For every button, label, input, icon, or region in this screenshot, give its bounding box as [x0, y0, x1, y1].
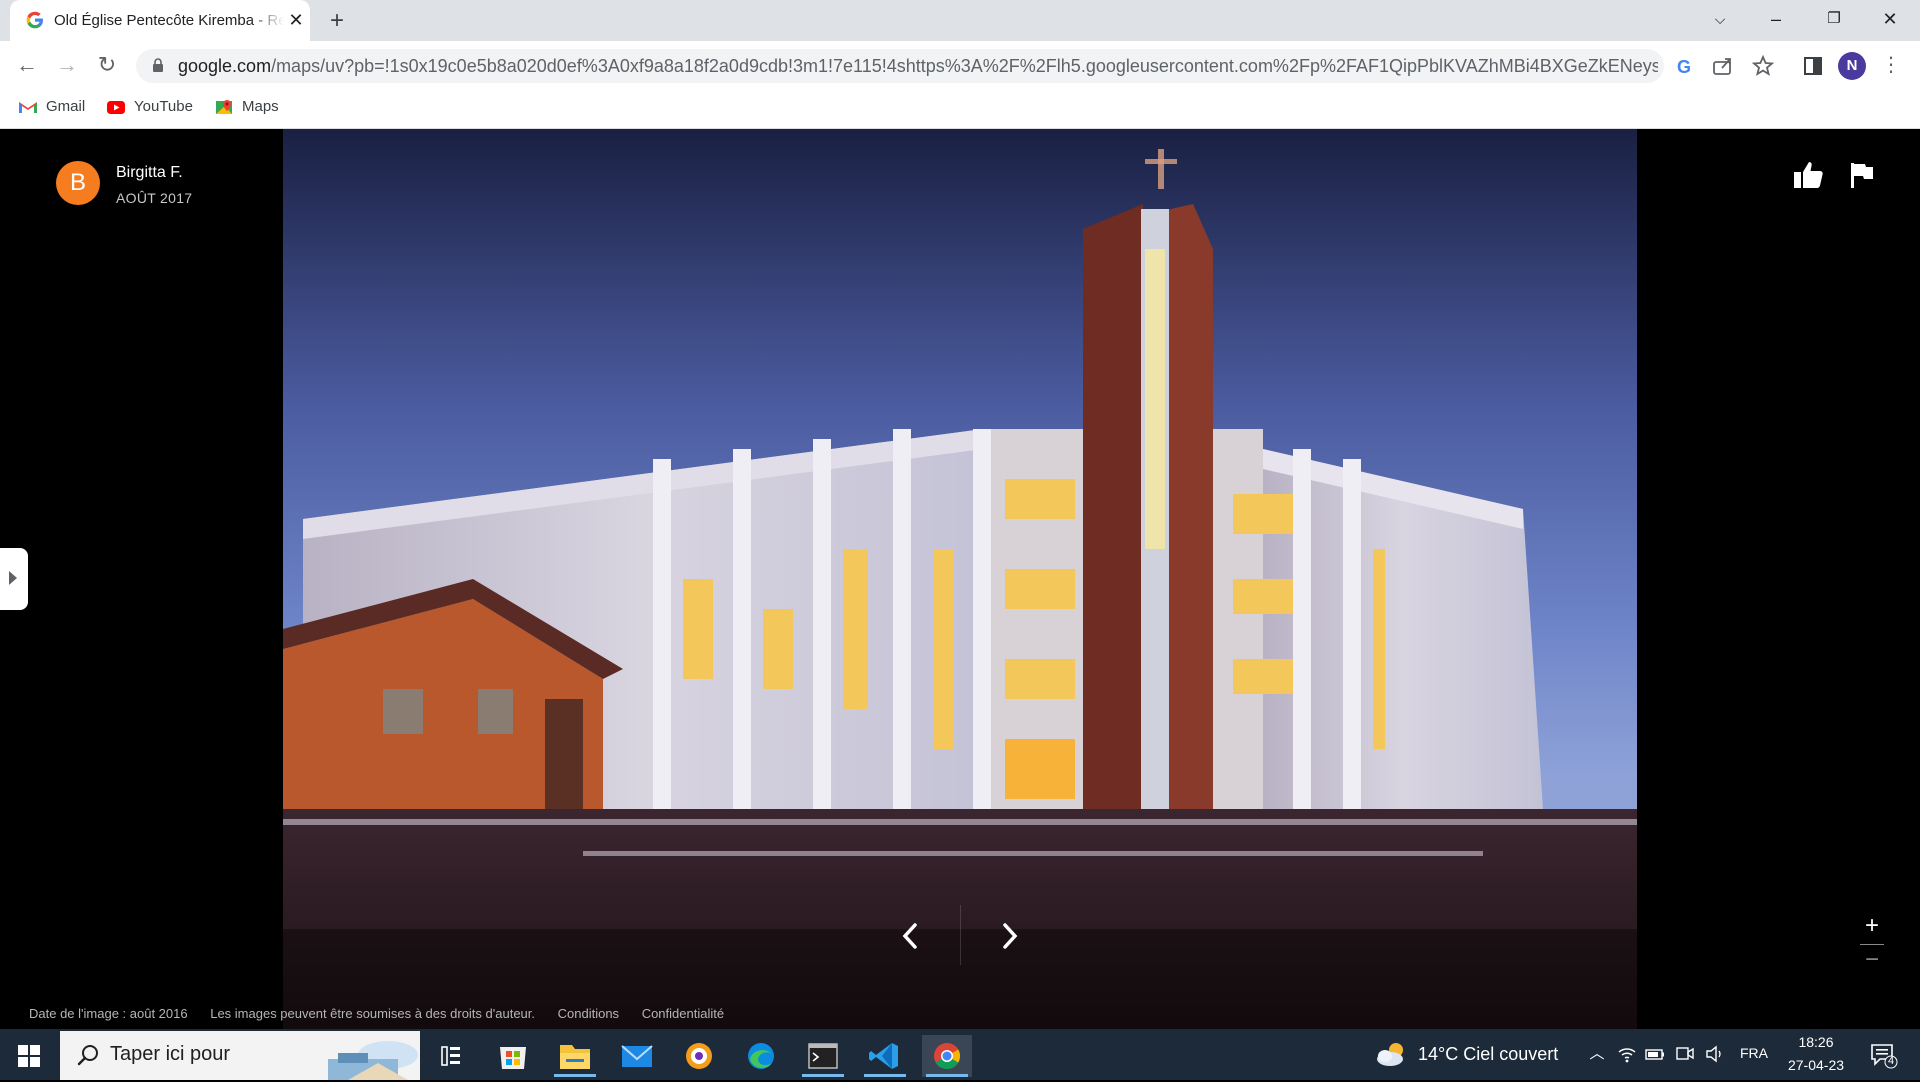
google-favicon-icon — [26, 11, 43, 29]
task-view-icon — [441, 1046, 460, 1066]
volume-icon[interactable] — [1704, 1043, 1726, 1065]
clock-time[interactable]: 18:26 — [1778, 1034, 1854, 1050]
vscode-icon — [869, 1043, 898, 1069]
author-avatar[interactable]: B — [56, 161, 100, 205]
chrome-icon — [934, 1043, 961, 1070]
show-hidden-icons-chevron-up-icon[interactable]: ︿ — [1586, 1043, 1608, 1065]
side-panel-icon[interactable] — [1800, 53, 1826, 79]
youtube-icon — [107, 101, 125, 114]
photo-upload-date: AOÛT 2017 — [116, 190, 193, 206]
search-highlight-illustration-icon — [328, 1041, 418, 1080]
tab-close-icon[interactable]: ✕ — [286, 10, 306, 30]
back-button[interactable]: ← — [12, 50, 42, 80]
tab-title: Old Église Pentecôte Kiremba - Recherche… — [54, 12, 284, 29]
copyright-notice: Les images peuvent être soumises à des d… — [210, 1006, 535, 1021]
bookmark-maps[interactable]: Maps — [214, 96, 284, 118]
profile-avatar[interactable]: N — [1838, 52, 1866, 80]
terminal-icon — [808, 1043, 838, 1069]
clock-date[interactable]: 27-04-23 — [1778, 1057, 1854, 1073]
bookmark-youtube[interactable]: YouTube — [106, 96, 196, 118]
url-text[interactable]: google.com/maps/uv?pb=!1s0x19c0e5b8a020d… — [178, 56, 1658, 77]
bookmark-gmail[interactable]: Gmail — [18, 96, 88, 118]
taskbar-vscode[interactable] — [860, 1035, 910, 1077]
taskbar-chrome[interactable] — [922, 1035, 972, 1077]
file-explorer-icon — [560, 1045, 590, 1069]
browser-menu-icon[interactable]: ⋮ — [1876, 50, 1906, 80]
tab-search-chevron-icon[interactable]: ⌵ — [1692, 0, 1748, 41]
weather-cloudy-icon[interactable] — [1374, 1039, 1410, 1069]
author-name[interactable]: Birgitta F. — [116, 164, 183, 182]
mail-icon — [621, 1045, 653, 1067]
reload-button[interactable]: ↻ — [92, 50, 122, 80]
previous-photo-button[interactable] — [895, 917, 925, 955]
edge-icon — [748, 1043, 774, 1069]
browser-tab-active[interactable]: Old Église Pentecôte Kiremba - Recherche… — [10, 0, 310, 41]
search-icon — [77, 1045, 98, 1066]
zoom-out-button[interactable]: − — [1858, 946, 1886, 974]
privacy-link[interactable]: Confidentialité — [642, 1006, 724, 1021]
running-indicator — [802, 1074, 844, 1077]
close-window-button[interactable]: ✕ — [1862, 0, 1918, 41]
zoom-in-button[interactable]: + — [1858, 912, 1886, 940]
meet-now-icon[interactable] — [1674, 1043, 1696, 1065]
zoom-divider — [1860, 944, 1884, 945]
taskbar-mail[interactable] — [612, 1035, 662, 1077]
photo-footer: Date de l'image : août 2016 Les images p… — [29, 1006, 743, 1021]
thumbs-up-icon[interactable] — [1792, 158, 1826, 192]
svg-text:G: G — [1677, 57, 1691, 77]
notification-count: 4 — [1887, 1055, 1895, 1067]
report-flag-icon[interactable] — [1846, 160, 1876, 190]
taskbar-edge[interactable] — [736, 1035, 786, 1077]
restore-button[interactable]: ❐ — [1806, 0, 1862, 41]
taskbar-file-explorer[interactable] — [550, 1035, 600, 1077]
forward-button[interactable]: → — [52, 50, 82, 80]
lock-icon[interactable] — [152, 58, 164, 72]
bookmark-star-icon[interactable] — [1750, 53, 1776, 79]
running-indicator — [864, 1074, 906, 1077]
taskbar-brave[interactable] — [674, 1035, 724, 1077]
windows-start-icon[interactable] — [14, 1041, 44, 1071]
minimize-button[interactable]: – — [1748, 0, 1804, 41]
maps-icon — [216, 100, 232, 114]
wifi-icon[interactable] — [1616, 1043, 1638, 1065]
taskbar-task-view[interactable] — [426, 1035, 476, 1077]
nav-divider — [960, 905, 961, 965]
bookmarks-bar — [0, 89, 1920, 129]
running-indicator — [554, 1074, 596, 1077]
share-icon[interactable] — [1710, 53, 1736, 79]
weather-text[interactable]: 14°C Ciel couvert — [1418, 1044, 1558, 1065]
store-icon — [500, 1047, 526, 1069]
new-tab-button[interactable]: + — [324, 8, 350, 34]
brave-icon — [686, 1043, 712, 1069]
gmail-icon — [19, 102, 37, 113]
input-language[interactable]: FRA — [1740, 1045, 1768, 1061]
image-date: Date de l'image : août 2016 — [29, 1006, 188, 1021]
battery-icon[interactable] — [1644, 1043, 1666, 1065]
search-placeholder: Taper ici pour — [110, 1043, 231, 1065]
next-photo-button[interactable] — [995, 917, 1025, 955]
terms-link[interactable]: Conditions — [558, 1006, 619, 1021]
chevron-right-icon — [9, 571, 17, 585]
taskbar-terminal[interactable] — [798, 1035, 848, 1077]
running-indicator — [926, 1074, 968, 1077]
church-photo[interactable] — [283, 129, 1637, 1029]
google-lens-icon[interactable]: G — [1672, 53, 1698, 79]
notification-center-button[interactable]: 4 — [1868, 1040, 1898, 1070]
expand-panel-button[interactable] — [0, 548, 28, 610]
taskbar-store[interactable] — [488, 1035, 538, 1077]
